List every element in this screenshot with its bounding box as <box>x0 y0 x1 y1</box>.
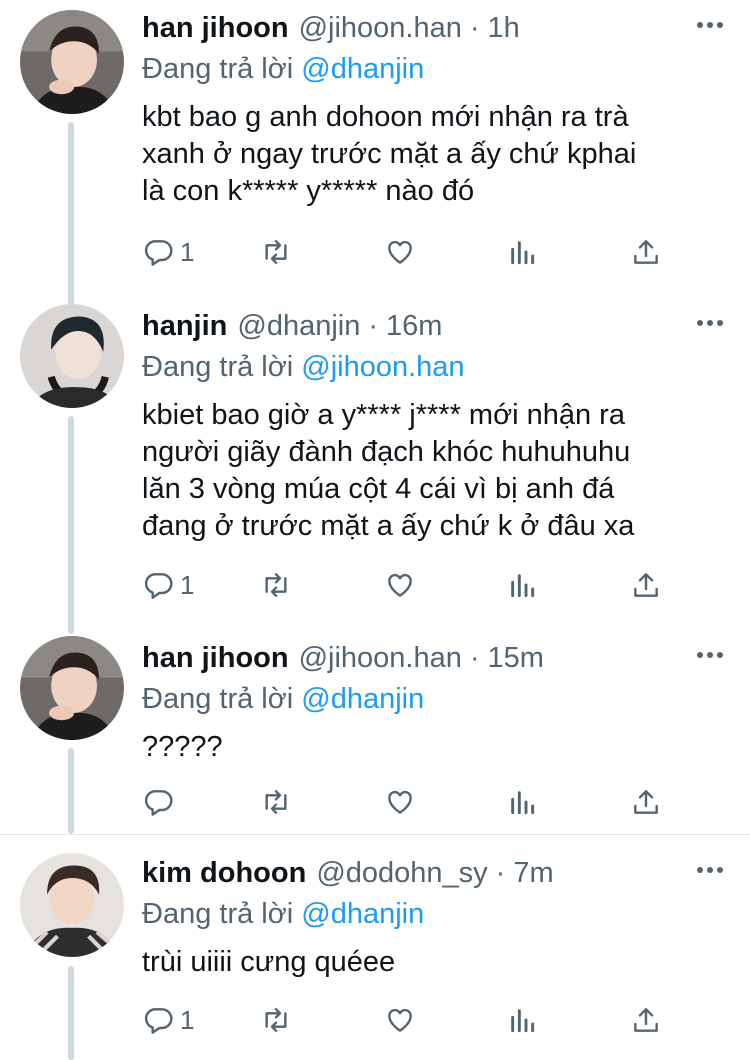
retweet-icon <box>265 573 287 597</box>
avatar-image <box>20 636 124 740</box>
author-handle[interactable]: @jihoon.han <box>299 642 462 675</box>
replying-to: Đang trả lời @dhanjin <box>142 48 730 90</box>
stats-button[interactable] <box>506 1000 538 1040</box>
mention-link[interactable]: @dhanjin <box>301 53 424 85</box>
tweet-text: ????? <box>142 731 223 763</box>
share-button[interactable] <box>630 565 662 605</box>
tweet-text: kbiet bao giờ a y**** j**** mới nhận ra … <box>142 399 635 542</box>
retweet-button[interactable] <box>260 565 292 605</box>
like-button[interactable] <box>384 1000 416 1040</box>
tweet-text: trùi uiiii cưng quéee <box>142 946 396 978</box>
like-icon <box>388 240 412 264</box>
retweet-icon <box>265 790 287 814</box>
replying-to-label: Đang trả lời <box>142 898 294 930</box>
tweet-actions <box>142 782 662 822</box>
separator-dot: · <box>495 856 506 889</box>
tweet-text: kbt bao g anh dohoon mới nhận ra trà xan… <box>142 101 637 207</box>
avatar[interactable] <box>20 853 124 957</box>
reply-icon <box>144 240 173 266</box>
separator-dot: · <box>368 309 379 342</box>
share-button[interactable] <box>630 232 662 272</box>
tweet[interactable]: han jihoon @jihoon.han · 15m Đang trả lờ… <box>0 630 750 834</box>
replying-to: Đang trả lời @dhanjin <box>142 678 730 720</box>
more-icon[interactable] <box>690 10 730 40</box>
avatar[interactable] <box>20 304 124 408</box>
stats-button[interactable] <box>506 565 538 605</box>
like-icon <box>388 1008 412 1032</box>
reply-count: 1 <box>180 569 195 600</box>
reply-icon <box>144 1008 173 1034</box>
share-icon <box>634 1008 658 1032</box>
retweet-button[interactable] <box>260 232 292 272</box>
reply-icon <box>144 573 173 599</box>
like-icon <box>388 790 412 814</box>
timestamp[interactable]: 15m <box>488 642 544 675</box>
share-icon <box>634 573 658 597</box>
share-button[interactable] <box>630 782 662 822</box>
mention-link[interactable]: @dhanjin <box>301 898 424 930</box>
author-name[interactable]: kim dohoon <box>142 857 306 890</box>
mention-link[interactable]: @jihoon.han <box>301 351 464 383</box>
share-icon <box>634 790 658 814</box>
author-handle[interactable]: @dhanjin <box>237 310 360 343</box>
reply-button[interactable] <box>142 782 180 822</box>
separator-dot: · <box>469 641 480 674</box>
tweet-actions: 1 <box>142 232 662 272</box>
retweet-button[interactable] <box>260 782 292 822</box>
reply-button[interactable]: 1 <box>142 232 194 272</box>
timestamp[interactable]: 7m <box>513 857 553 890</box>
avatar-image <box>20 853 124 957</box>
reply-button[interactable]: 1 <box>142 565 194 605</box>
mention-link[interactable]: @dhanjin <box>301 683 424 715</box>
share-icon <box>634 240 658 264</box>
replying-to-label: Đang trả lời <box>142 351 294 383</box>
like-button[interactable] <box>384 782 416 822</box>
stats-icon <box>511 1009 535 1033</box>
like-icon <box>388 573 412 597</box>
author-name[interactable]: hanjin <box>142 310 227 343</box>
retweet-button[interactable] <box>260 1000 292 1040</box>
avatar[interactable] <box>20 636 124 740</box>
reply-icon <box>144 790 173 816</box>
timestamp[interactable]: 1h <box>488 12 520 45</box>
retweet-icon <box>265 1008 287 1032</box>
avatar-image <box>20 304 124 408</box>
reply-button[interactable]: 1 <box>142 1000 194 1040</box>
author-handle[interactable]: @jihoon.han <box>299 12 462 45</box>
author-name[interactable]: han jihoon <box>142 642 289 675</box>
more-icon[interactable] <box>690 640 730 670</box>
timestamp[interactable]: 16m <box>386 310 442 343</box>
avatar-image <box>20 10 124 114</box>
stats-icon <box>511 574 535 598</box>
like-button[interactable] <box>384 232 416 272</box>
stats-button[interactable] <box>506 782 538 822</box>
tweet-actions: 1 <box>142 565 662 605</box>
stats-icon <box>511 791 535 815</box>
author-handle[interactable]: @dodohn_sy <box>316 857 487 890</box>
reply-count: 1 <box>180 236 195 267</box>
stats-button[interactable] <box>506 232 538 272</box>
separator-dot: · <box>469 11 480 44</box>
stats-icon <box>511 241 535 265</box>
replying-to-label: Đang trả lời <box>142 53 294 85</box>
more-icon[interactable] <box>690 855 730 885</box>
reply-count: 1 <box>180 1004 195 1035</box>
more-icon[interactable] <box>690 308 730 338</box>
replying-to: Đang trả lời @dhanjin <box>142 893 730 935</box>
share-button[interactable] <box>630 1000 662 1040</box>
tweet[interactable]: hanjin @dhanjin · 16m Đang trả lời @jiho… <box>0 300 750 630</box>
avatar[interactable] <box>20 10 124 114</box>
tweet-actions: 1 <box>142 1000 662 1040</box>
retweet-icon <box>265 240 287 264</box>
author-name[interactable]: han jihoon <box>142 12 289 45</box>
like-button[interactable] <box>384 565 416 605</box>
replying-to-label: Đang trả lời <box>142 683 294 715</box>
tweet[interactable]: han jihoon @jihoon.han · 1h Đang trả lời… <box>0 0 750 300</box>
replying-to: Đang trả lời @jihoon.han <box>142 346 730 388</box>
tweet[interactable]: kim dohoon @dodohn_sy · 7m Đang trả lời … <box>0 835 750 1060</box>
